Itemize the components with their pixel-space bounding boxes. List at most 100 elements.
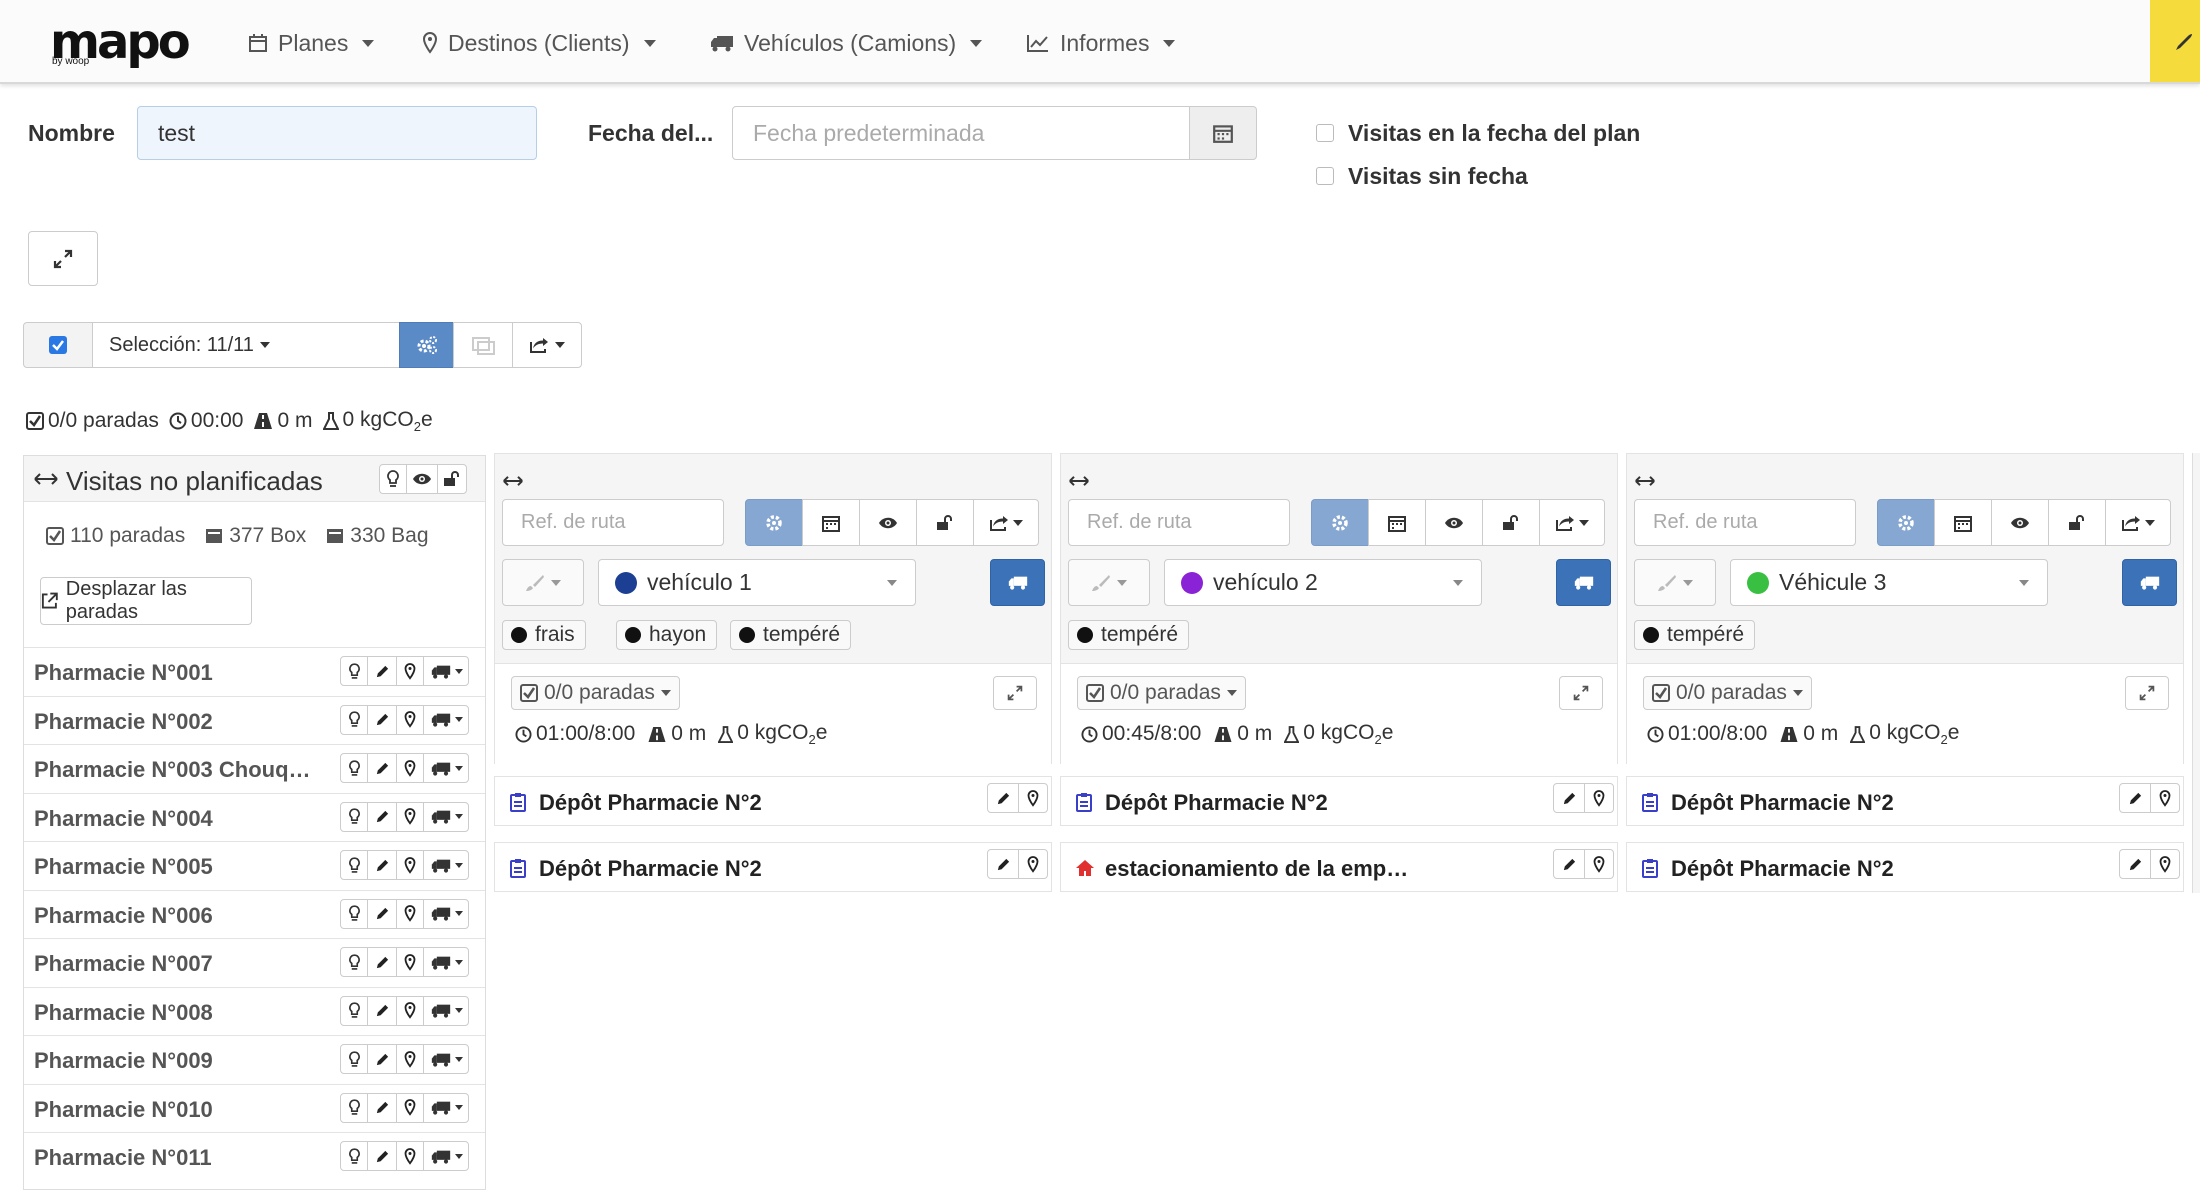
edit-button[interactable] — [367, 1092, 397, 1123]
edit-button[interactable] — [367, 850, 397, 880]
unplanned-list-item[interactable]: Pharmacie N°009 — [24, 1035, 485, 1084]
unplanned-list-item[interactable]: Pharmacie N°002 — [24, 695, 485, 745]
assign-vehicle-dropdown[interactable] — [423, 850, 469, 880]
rocket-button[interactable] — [2150, 0, 2200, 82]
resize-horizontal-icon[interactable] — [502, 476, 524, 486]
route-vehicle-select[interactable]: vehículo 1 — [598, 559, 916, 606]
route-paradas-dropdown[interactable]: 0/0 paradas — [511, 676, 680, 710]
route-ref-input[interactable]: Ref. de ruta — [502, 499, 724, 546]
unplanned-list-item[interactable]: Pharmacie N°003 Chouq… — [24, 744, 485, 793]
unplanned-lock-button[interactable] — [437, 464, 467, 494]
edit-button[interactable] — [367, 704, 397, 735]
route-expand-button[interactable] — [1559, 676, 1603, 710]
route-calendar-button[interactable] — [802, 499, 860, 546]
map-marker-button[interactable] — [396, 850, 424, 880]
map-marker-button[interactable] — [1584, 783, 1614, 813]
locate-bulb-button[interactable] — [340, 947, 368, 977]
route-vehicle-select[interactable]: Véhicule 3 — [1730, 559, 2048, 606]
locate-bulb-button[interactable] — [340, 801, 368, 832]
edit-button[interactable] — [2119, 849, 2151, 879]
route-optimize-button[interactable] — [1877, 499, 1935, 546]
assign-vehicle-dropdown[interactable] — [423, 1092, 469, 1123]
route-expand-button[interactable] — [2125, 676, 2169, 710]
edit-button[interactable] — [1553, 849, 1585, 879]
map-marker-button[interactable] — [396, 704, 424, 735]
locate-bulb-button[interactable] — [340, 704, 368, 735]
edit-button[interactable] — [987, 849, 1019, 879]
route-eye-button[interactable] — [1425, 499, 1483, 546]
route-optimize-button[interactable] — [745, 499, 803, 546]
route-expand-button[interactable] — [993, 676, 1037, 710]
route-export-dropdown[interactable] — [2105, 499, 2171, 546]
assign-vehicle-dropdown[interactable] — [423, 1141, 469, 1171]
map-marker-button[interactable] — [396, 898, 424, 929]
nombre-input[interactable]: test — [137, 106, 537, 160]
nav-destinos[interactable]: Destinos (Clients) — [422, 28, 656, 58]
route-color-dropdown[interactable] — [1634, 559, 1716, 606]
visitas-fecha-plan-checkbox[interactable] — [1316, 124, 1334, 142]
route-paradas-dropdown[interactable]: 0/0 paradas — [1643, 676, 1812, 710]
route-lock-button[interactable] — [2048, 499, 2106, 546]
nav-planes[interactable]: Planes — [248, 28, 375, 58]
map-marker-button[interactable] — [396, 995, 424, 1026]
map-marker-button[interactable] — [396, 947, 424, 977]
nav-informes[interactable]: Informes — [1026, 28, 1176, 58]
edit-button[interactable] — [987, 783, 1019, 813]
route-truck-button[interactable] — [2122, 559, 2177, 606]
expand-button[interactable] — [28, 231, 98, 286]
edit-button[interactable] — [1553, 783, 1585, 813]
unplanned-bulb-button[interactable] — [379, 464, 407, 494]
assign-vehicle-dropdown[interactable] — [423, 995, 469, 1026]
edit-button[interactable] — [367, 1141, 397, 1171]
seleccion-dropdown[interactable]: Selección: 11/11 — [92, 322, 400, 368]
route-stop[interactable]: Dépôt Pharmacie N°2 — [1060, 776, 1618, 826]
assign-vehicle-dropdown[interactable] — [423, 947, 469, 977]
map-marker-button[interactable] — [396, 656, 424, 686]
route-ref-input[interactable]: Ref. de ruta — [1634, 499, 1856, 546]
assign-vehicle-dropdown[interactable] — [423, 704, 469, 735]
route-color-dropdown[interactable] — [1068, 559, 1150, 606]
route-stop[interactable]: estacionamiento de la emp… — [1060, 842, 1618, 892]
export-dropdown[interactable] — [512, 322, 582, 368]
locate-bulb-button[interactable] — [340, 995, 368, 1026]
map-marker-button[interactable] — [2150, 849, 2180, 879]
locate-bulb-button[interactable] — [340, 898, 368, 929]
locate-bulb-button[interactable] — [340, 1092, 368, 1123]
unplanned-list-item[interactable]: Pharmacie N°001 — [24, 647, 485, 696]
map-marker-button[interactable] — [396, 1044, 424, 1074]
fecha-calendar-button[interactable] — [1189, 106, 1257, 160]
route-vehicle-select[interactable]: vehículo 2 — [1164, 559, 1482, 606]
route-truck-button[interactable] — [1556, 559, 1611, 606]
map-marker-button[interactable] — [396, 1141, 424, 1171]
locate-bulb-button[interactable] — [340, 753, 368, 783]
route-export-dropdown[interactable] — [1539, 499, 1605, 546]
resize-horizontal-icon[interactable] — [1634, 476, 1656, 486]
unplanned-list-item[interactable]: Pharmacie N°006 — [24, 889, 485, 939]
edit-button[interactable] — [367, 656, 397, 686]
map-marker-button[interactable] — [2150, 783, 2180, 813]
nav-vehiculos[interactable]: Vehículos (Camions) — [710, 28, 983, 58]
route-color-dropdown[interactable] — [502, 559, 584, 606]
locate-bulb-button[interactable] — [340, 656, 368, 686]
unplanned-list-item[interactable]: Pharmacie N°005 — [24, 841, 485, 890]
map-view-button[interactable] — [453, 322, 513, 368]
select-all-checkbox[interactable] — [23, 322, 93, 368]
unplanned-list-item[interactable]: Pharmacie N°007 — [24, 938, 485, 987]
route-eye-button[interactable] — [1991, 499, 2049, 546]
edit-button[interactable] — [367, 995, 397, 1026]
map-marker-button[interactable] — [1018, 849, 1048, 879]
assign-vehicle-dropdown[interactable] — [423, 753, 469, 783]
assign-vehicle-dropdown[interactable] — [423, 898, 469, 929]
route-stop[interactable]: Dépôt Pharmacie N°2 — [494, 842, 1052, 892]
map-marker-button[interactable] — [396, 801, 424, 832]
map-marker-button[interactable] — [1584, 849, 1614, 879]
assign-vehicle-dropdown[interactable] — [423, 1044, 469, 1074]
route-truck-button[interactable] — [990, 559, 1045, 606]
map-marker-button[interactable] — [396, 1092, 424, 1123]
route-eye-button[interactable] — [859, 499, 917, 546]
edit-button[interactable] — [367, 801, 397, 832]
desplazar-paradas-button[interactable]: Desplazar las paradas — [40, 577, 252, 625]
optimize-button[interactable] — [399, 322, 454, 368]
map-marker-button[interactable] — [396, 753, 424, 783]
map-marker-button[interactable] — [1018, 783, 1048, 813]
